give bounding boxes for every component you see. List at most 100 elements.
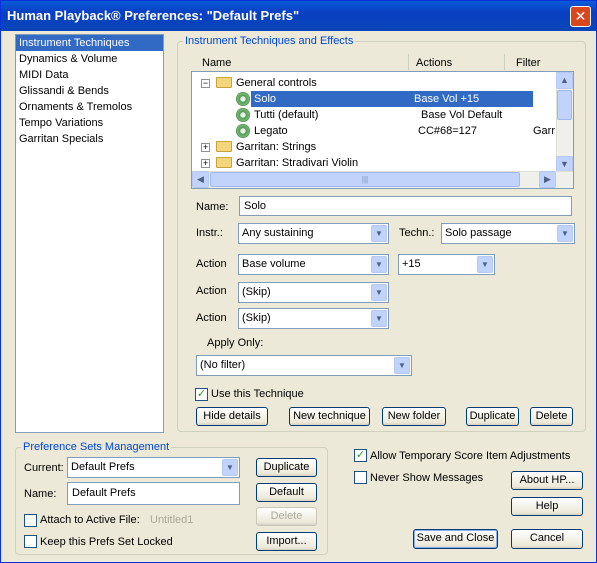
apply-only-label: Apply Only: <box>207 337 264 349</box>
attach-file-checkbox[interactable] <box>24 514 37 527</box>
help-button[interactable]: Help <box>511 497 583 516</box>
column-divider[interactable] <box>504 54 505 70</box>
never-show-messages-label: Never Show Messages <box>370 472 484 484</box>
never-show-messages-checkbox[interactable] <box>354 471 367 484</box>
prefs-name-field[interactable]: Default Prefs <box>67 482 240 505</box>
preferences-dialog: Human Playback® Preferences: "Default Pr… <box>0 0 597 563</box>
action-3-value: (Skip) <box>242 312 271 324</box>
folder-icon <box>216 77 232 88</box>
duplicate-technique-button[interactable]: Duplicate <box>466 407 519 426</box>
check-icon: ✓ <box>196 388 207 400</box>
scroll-thumb[interactable]: ||| <box>210 172 520 187</box>
keep-locked-checkbox[interactable] <box>24 535 37 548</box>
collapse-icon[interactable]: − <box>201 79 210 88</box>
save-and-close-button[interactable]: Save and Close <box>413 529 498 549</box>
close-button[interactable]: ✕ <box>570 6 591 27</box>
default-prefs-button[interactable]: Default <box>256 483 317 502</box>
delete-prefs-button[interactable]: Delete <box>256 507 317 526</box>
action-1-amount: +15 <box>402 258 421 270</box>
category-list[interactable]: Instrument Techniques Dynamics & Volume … <box>15 34 164 433</box>
new-folder-button[interactable]: New folder <box>382 407 446 426</box>
action-1-amount-select[interactable]: +15 ▼ <box>398 254 495 275</box>
use-technique-checkbox[interactable]: ✓ <box>195 388 208 401</box>
tree-item-label: Tutti (default) <box>254 109 319 121</box>
chevron-down-icon[interactable]: ▼ <box>557 225 573 242</box>
hide-details-button[interactable]: Hide details <box>196 407 268 426</box>
chevron-down-icon[interactable]: ▼ <box>394 357 410 374</box>
about-hp-button[interactable]: About HP... <box>511 471 583 490</box>
tree-row-stradivari-violin[interactable]: + Garritan: Stradivari Violin <box>192 155 557 171</box>
check-icon: ✓ <box>355 449 366 461</box>
category-item-tempo-variations[interactable]: Tempo Variations <box>16 115 163 131</box>
column-header-name[interactable]: Name <box>202 56 231 70</box>
tree-row-legato[interactable]: Legato CC#68=127 Garr <box>192 123 557 139</box>
technique-name-field[interactable]: Solo <box>239 196 572 216</box>
tree-item-action: Base Vol +15 <box>414 93 480 105</box>
scroll-right-icon[interactable]: ▶ <box>539 171 556 188</box>
technique-select[interactable]: Solo passage ▼ <box>441 223 575 244</box>
delete-technique-button[interactable]: Delete <box>530 407 573 426</box>
tree-item-action: CC#68=127 <box>418 125 478 137</box>
category-item-garritan-specials[interactable]: Garritan Specials <box>16 131 163 147</box>
apply-only-select[interactable]: (No filter) ▼ <box>196 355 412 376</box>
category-item-glissandi-bends[interactable]: Glissandi & Bends <box>16 83 163 99</box>
action-2-select[interactable]: (Skip) ▼ <box>238 282 389 303</box>
chevron-down-icon[interactable]: ▼ <box>477 256 493 273</box>
current-prefs-value: Default Prefs <box>71 461 135 473</box>
tree-row-tutti[interactable]: Tutti (default) Base Vol Default <box>192 107 557 123</box>
current-label: Current: <box>24 462 64 474</box>
scroll-left-icon[interactable]: ◀ <box>192 171 209 188</box>
tree-item-label: General controls <box>236 77 317 89</box>
category-item-instrument-techniques[interactable]: Instrument Techniques <box>16 35 163 51</box>
folder-icon <box>216 157 232 168</box>
scroll-up-icon[interactable]: ▲ <box>556 72 573 89</box>
import-prefs-button[interactable]: Import... <box>256 532 317 551</box>
action-1-value: Base volume <box>242 258 306 270</box>
action-1-select[interactable]: Base volume ▼ <box>238 254 389 275</box>
technique-select-value: Solo passage <box>445 227 512 239</box>
tree-item-label: Garritan: Stradivari Violin <box>236 157 359 169</box>
techniques-tree[interactable]: − General controls Solo Base Vol +15 Tut… <box>191 71 574 189</box>
close-icon: ✕ <box>574 8 587 24</box>
keep-locked-label: Keep this Prefs Set Locked <box>40 536 173 548</box>
column-divider[interactable] <box>408 54 409 70</box>
prefs-name-label: Name: <box>24 488 57 500</box>
tree-row-solo[interactable]: Solo Base Vol +15 <box>251 91 533 107</box>
chevron-down-icon[interactable]: ▼ <box>222 459 238 476</box>
action-2-value: (Skip) <box>242 286 271 298</box>
scroll-thumb[interactable] <box>557 90 572 120</box>
new-technique-button[interactable]: New technique <box>289 407 370 426</box>
chevron-down-icon[interactable]: ▼ <box>371 225 387 242</box>
preference-sets-title: Preference Sets Management <box>23 441 170 453</box>
apply-only-value: (No filter) <box>200 359 246 371</box>
category-item-ornaments-tremolos[interactable]: Ornaments & Tremolos <box>16 99 163 115</box>
name-label: Name: <box>196 201 229 213</box>
tree-vertical-scrollbar[interactable]: ▲ ▼ <box>556 72 573 173</box>
instrument-select[interactable]: Any sustaining ▼ <box>238 223 389 244</box>
column-header-actions[interactable]: Actions <box>416 56 452 70</box>
expand-icon[interactable]: + <box>201 159 210 168</box>
chevron-down-icon[interactable]: ▼ <box>371 310 387 327</box>
expand-icon[interactable]: + <box>201 143 210 152</box>
chevron-down-icon[interactable]: ▼ <box>371 284 387 301</box>
category-item-midi-data[interactable]: MIDI Data <box>16 67 163 83</box>
action-label: Action <box>196 312 227 324</box>
current-prefs-select[interactable]: Default Prefs ▼ <box>67 457 240 478</box>
cancel-button[interactable]: Cancel <box>511 529 583 549</box>
tree-row-garritan-strings[interactable]: + Garritan: Strings <box>192 139 557 155</box>
technique-gear-icon <box>236 108 250 122</box>
tree-horizontal-scrollbar[interactable]: ◀ ||| ▶ <box>192 171 573 188</box>
duplicate-prefs-button[interactable]: Duplicate <box>256 458 317 477</box>
allow-temp-adjustments-checkbox[interactable]: ✓ <box>354 449 367 462</box>
title-bar[interactable]: Human Playback® Preferences: "Default Pr… <box>1 1 596 31</box>
attached-file-name: Untitled1 <box>150 514 194 526</box>
technique-gear-icon <box>236 124 250 138</box>
chevron-down-icon[interactable]: ▼ <box>371 256 387 273</box>
action-label: Action <box>196 285 227 297</box>
allow-temp-adjustments-label: Allow Temporary Score Item Adjustments <box>370 450 571 462</box>
category-item-dynamics-volume[interactable]: Dynamics & Volume <box>16 51 163 67</box>
tree-row-general-controls[interactable]: − General controls <box>192 75 557 91</box>
column-header-filter[interactable]: Filter <box>516 56 540 70</box>
action-3-select[interactable]: (Skip) ▼ <box>238 308 389 329</box>
instr-label: Instr.: <box>196 227 223 239</box>
